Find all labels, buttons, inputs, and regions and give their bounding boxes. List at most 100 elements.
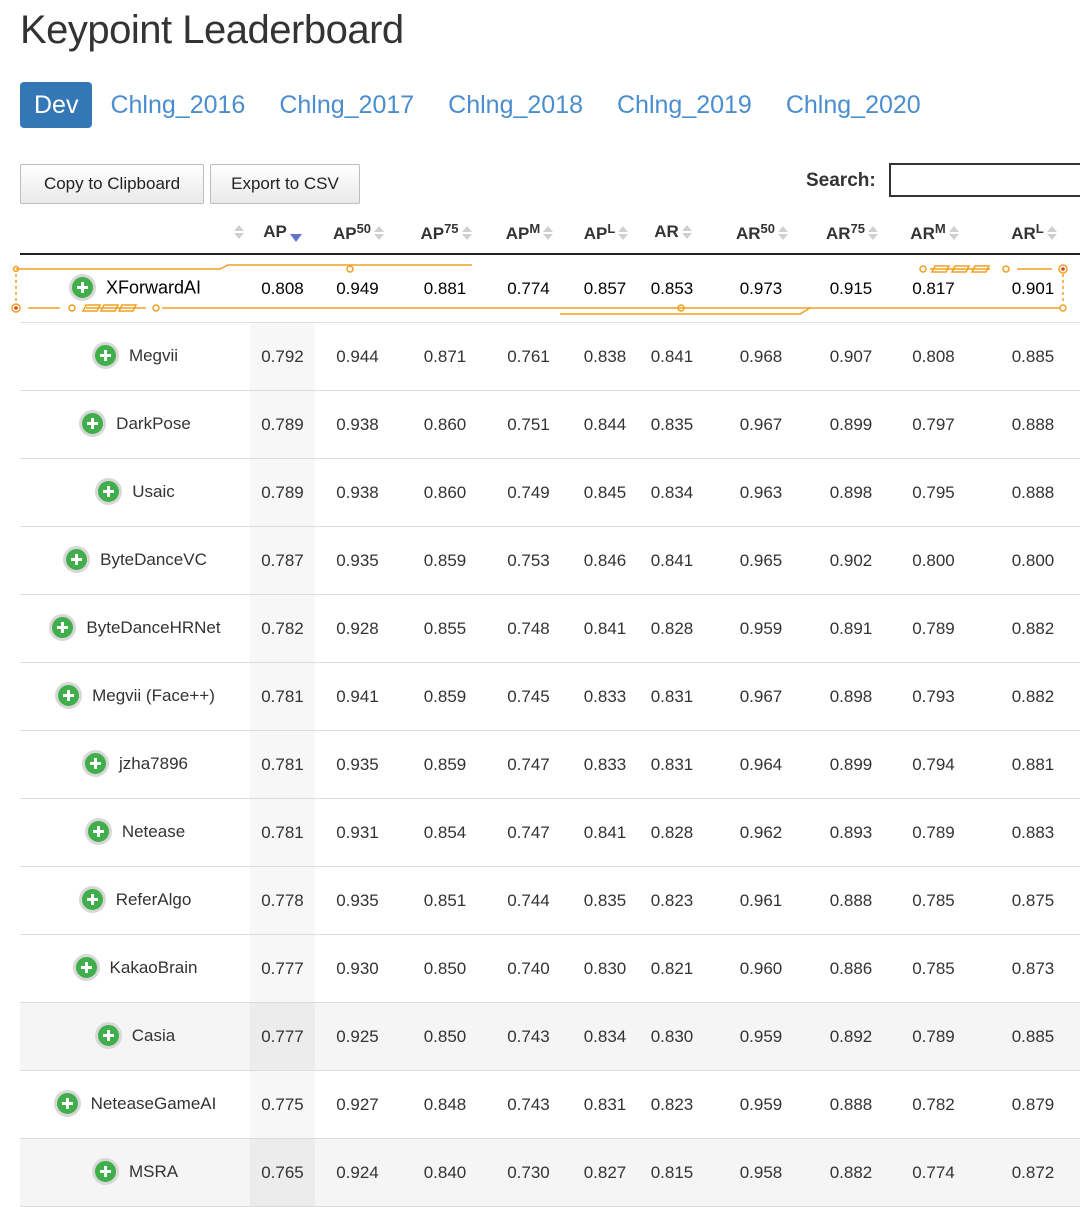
table-body: XForwardAI 0.808 0.949 0.881 0.774 0.857 0.853…: [20, 254, 1080, 1207]
metric-cell-ap: 0.775: [250, 1070, 315, 1139]
table-row[interactable]: NeteaseGameAI 0.775 0.927 0.848 0.743 0.831 0.…: [20, 1070, 1080, 1139]
metric-cell-arl: 0.885: [986, 322, 1080, 391]
metric-cell-ar: 0.828: [643, 594, 701, 663]
metric-cell-ap50: 0.924: [315, 1138, 400, 1207]
metric-cell-ap75: 0.860: [400, 390, 490, 459]
sort-icon: [778, 226, 789, 241]
table-row[interactable]: MSRA 0.765 0.924 0.840 0.730 0.827 0.815 0.958 0…: [20, 1138, 1080, 1207]
metric-cell-ar50: 0.962: [701, 798, 821, 867]
team-name: XForwardAI: [105, 277, 202, 298]
tab-chlng-2016[interactable]: Chlng_2016: [94, 82, 261, 128]
column-header-apm[interactable]: APM: [490, 211, 567, 255]
copy-to-clipboard-button[interactable]: Copy to Clipboard: [20, 164, 204, 204]
team-cell: DarkPose: [20, 390, 250, 459]
metric-cell-apl: 0.831: [567, 1070, 643, 1139]
team-name: MSRA: [128, 1161, 179, 1181]
metric-cell-ar: 0.841: [643, 526, 701, 595]
expand-plus-icon[interactable]: [91, 1158, 119, 1185]
expand-plus-icon[interactable]: [81, 750, 109, 777]
metric-cell-arl: 0.885: [986, 1002, 1080, 1071]
column-header-label: AR: [910, 223, 935, 243]
metric-cell-ap75: 0.859: [400, 730, 490, 799]
table-row[interactable]: DarkPose 0.789 0.938 0.860 0.751 0.844 0.835 0.…: [20, 390, 1080, 459]
team-name: ReferAlgo: [115, 889, 192, 909]
table-row[interactable]: Usaic 0.789 0.938 0.860 0.749 0.845 0.834 0.963…: [20, 458, 1080, 527]
column-header-name[interactable]: [20, 211, 250, 255]
metric-cell-ar: 0.821: [643, 934, 701, 1003]
metric-cell-apm: 0.743: [490, 1002, 567, 1071]
column-header-apl[interactable]: APL: [567, 211, 643, 255]
table-row[interactable]: Casia 0.777 0.925 0.850 0.743 0.834 0.830 0.959…: [20, 1002, 1080, 1071]
column-header-ap75[interactable]: AP75: [400, 211, 490, 255]
metric-cell-ar50: 0.964: [701, 730, 821, 799]
metric-cell-apm: 0.747: [490, 798, 567, 867]
column-header-arl[interactable]: ARL: [986, 211, 1080, 255]
tab-chlng-2018[interactable]: Chlng_2018: [432, 82, 599, 128]
column-header-label: AP: [332, 223, 357, 243]
column-header-label: AP: [505, 223, 530, 243]
sort-icon: [543, 226, 554, 241]
metric-cell-arl: 0.882: [986, 594, 1080, 663]
metric-cell-apl: 0.834: [567, 1002, 643, 1071]
metric-cell-ap50: 0.941: [315, 662, 400, 731]
team-name: Megvii (Face++): [92, 685, 215, 705]
table-row[interactable]: jzha7896 0.781 0.935 0.859 0.747 0.833 0.831 0.…: [20, 730, 1080, 799]
team-cell: Netease: [20, 798, 250, 867]
table-row[interactable]: Megvii (Face++) 0.781 0.941 0.859 0.745 0.833…: [20, 662, 1080, 731]
column-header-ar[interactable]: AR: [643, 211, 701, 255]
metric-cell-ar50: 0.959: [701, 1070, 821, 1139]
metric-cell-ap: 0.787: [250, 526, 315, 595]
metric-cell-arl: 0.883: [986, 798, 1080, 867]
search-label: Search:: [806, 170, 876, 191]
expand-plus-icon[interactable]: [68, 274, 96, 301]
table-row[interactable]: ByteDanceVC 0.787 0.935 0.859 0.753 0.846 0.84…: [20, 526, 1080, 595]
expand-plus-icon[interactable]: [63, 546, 91, 573]
search-input[interactable]: [889, 163, 1080, 197]
export-to-csv-button[interactable]: Export to CSV: [210, 164, 360, 204]
expand-plus-icon[interactable]: [55, 682, 83, 709]
tab-chlng-2017[interactable]: Chlng_2017: [263, 82, 430, 128]
metric-cell-ap50: 0.938: [315, 390, 400, 459]
tab-dev[interactable]: Dev: [20, 82, 93, 128]
tab-chlng-2019[interactable]: Chlng_2019: [601, 82, 768, 128]
tab-chlng-2020[interactable]: Chlng_2020: [770, 82, 937, 128]
metric-cell-arm: 0.782: [881, 1070, 986, 1139]
column-header-arm[interactable]: ARM: [881, 211, 986, 255]
table-row[interactable]: ReferAlgo 0.778 0.935 0.851 0.744 0.835 0.823 0…: [20, 866, 1080, 935]
team-name: jzha7896: [118, 753, 188, 773]
metric-cell-apm: 0.745: [490, 662, 567, 731]
metric-cell-ar75: 0.888: [821, 866, 881, 935]
team-name: Megvii: [128, 345, 179, 365]
expand-plus-icon[interactable]: [84, 818, 112, 845]
metric-cell-apl: 0.846: [567, 526, 643, 595]
table-row[interactable]: Megvii 0.792 0.944 0.871 0.761 0.838 0.841 0.96…: [20, 322, 1080, 391]
metric-cell-ap75: 0.854: [400, 798, 490, 867]
expand-plus-icon[interactable]: [94, 1022, 122, 1049]
expand-plus-icon[interactable]: [78, 886, 106, 913]
expand-plus-icon[interactable]: [79, 410, 107, 437]
expand-plus-icon[interactable]: [72, 954, 100, 981]
metric-cell-ap: 0.782: [250, 594, 315, 663]
expand-plus-icon[interactable]: [49, 614, 77, 641]
column-header-label: AR: [735, 223, 761, 243]
column-header-label: AP: [263, 222, 287, 241]
column-header-ar50[interactable]: AR50: [701, 211, 821, 255]
column-header-ar75[interactable]: AR75: [821, 211, 881, 255]
metric-cell-ar75: 0.892: [821, 1002, 881, 1071]
column-header-ap[interactable]: AP: [250, 211, 315, 255]
column-header-ap50[interactable]: AP50: [315, 211, 400, 255]
table-row-highlighted[interactable]: XForwardAI 0.808 0.949 0.881 0.774 0.857 0.853…: [20, 254, 1080, 323]
table-row[interactable]: Netease 0.781 0.931 0.854 0.747 0.841 0.828 0.9…: [20, 798, 1080, 867]
expand-plus-icon[interactable]: [95, 478, 123, 505]
metric-cell-apm: 0.747: [490, 730, 567, 799]
metric-cell-apm: 0.748: [490, 594, 567, 663]
expand-plus-icon[interactable]: [53, 1090, 81, 1117]
table-row[interactable]: KakaoBrain 0.777 0.930 0.850 0.740 0.830 0.821…: [20, 934, 1080, 1003]
table-row[interactable]: ByteDanceHRNet 0.782 0.928 0.855 0.748 0.841 0…: [20, 594, 1080, 663]
metric-cell-apm: 0.730: [490, 1138, 567, 1207]
metric-cell-ap75: 0.881: [400, 254, 490, 323]
metric-cell-ap50: 0.935: [315, 526, 400, 595]
expand-plus-icon[interactable]: [91, 342, 119, 369]
metric-cell-ap50: 0.935: [315, 730, 400, 799]
team-name: Netease: [121, 821, 186, 841]
